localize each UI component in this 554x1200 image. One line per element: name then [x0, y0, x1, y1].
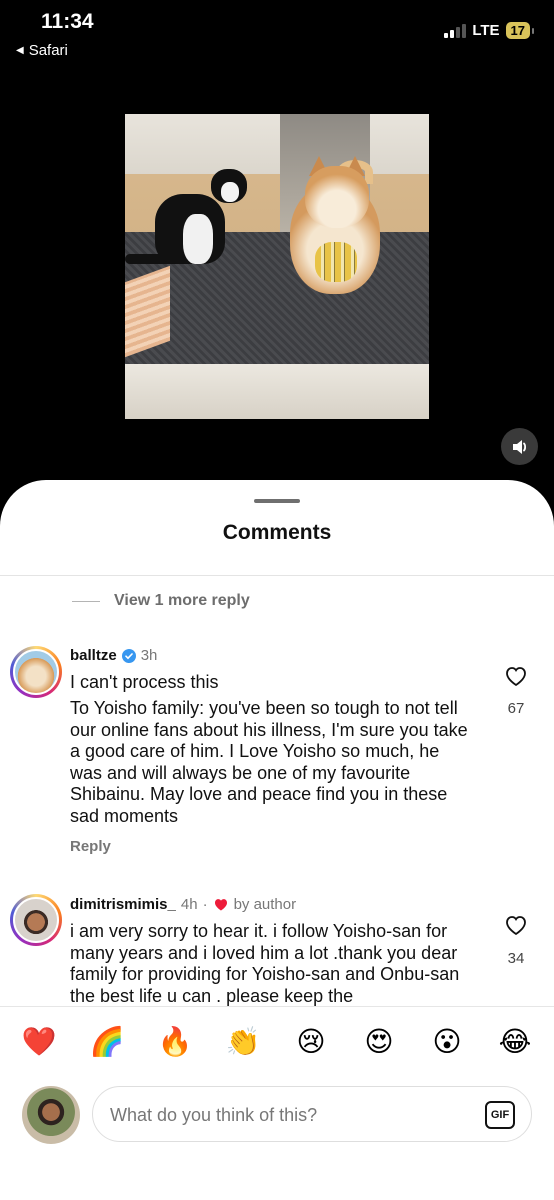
mute-toggle-button[interactable] — [501, 428, 538, 465]
view-more-replies-button[interactable]: View 1 more reply — [72, 592, 250, 610]
back-triangle-icon: ◀ — [16, 45, 24, 56]
reaction-heart-eyes[interactable]: 😍 — [359, 1025, 399, 1059]
comment-input-placeholder: What do you think of this? — [110, 1105, 318, 1125]
avatar[interactable] — [10, 894, 62, 946]
liked-by-author-label: by author — [233, 896, 297, 913]
heart-filled-icon — [214, 899, 227, 911]
heart-outline-icon — [506, 667, 526, 687]
reaction-laughing[interactable]: 😂 — [495, 1025, 535, 1059]
cat-chest — [183, 214, 213, 264]
reaction-crying[interactable]: 😢 — [291, 1025, 331, 1059]
comment-header: balltze 3h — [70, 647, 157, 664]
comment-header: dimitrismimis_ 4h · by author — [70, 896, 296, 913]
meta-separator: · — [202, 896, 208, 913]
reaction-fire[interactable]: 🔥 — [155, 1025, 195, 1059]
like-button[interactable] — [503, 914, 529, 941]
reply-thread-line — [72, 600, 100, 602]
reaction-rainbow[interactable]: 🌈 — [87, 1025, 127, 1059]
view-more-replies-label: View 1 more reply — [114, 592, 250, 609]
back-to-app-link[interactable]: ◀ Safari — [16, 42, 68, 59]
sheet-grabber[interactable] — [254, 499, 300, 503]
comment-username[interactable]: dimitrismimis_ — [70, 896, 176, 913]
scene-step — [125, 364, 429, 419]
like-button[interactable] — [503, 665, 529, 692]
network-type: LTE — [472, 22, 500, 39]
like-count: 67 — [507, 700, 525, 717]
current-user-avatar — [22, 1086, 80, 1144]
verified-badge-icon — [121, 648, 136, 663]
avatar-image — [13, 897, 59, 943]
gif-icon: GIF — [490, 1109, 510, 1121]
dog-head — [305, 166, 369, 228]
speaker-icon — [512, 439, 526, 454]
video-player[interactable] — [125, 114, 429, 419]
status-time: 11:34 — [41, 10, 94, 33]
avatar-image — [13, 649, 59, 695]
back-app-label: Safari — [28, 42, 68, 59]
comment-username[interactable]: balltze — [70, 647, 117, 664]
signal-icon — [444, 23, 467, 38]
reaction-heart[interactable]: ❤️ — [19, 1025, 59, 1059]
battery-icon: 17 — [505, 22, 535, 39]
avatar[interactable] — [10, 646, 62, 698]
cat-face — [221, 182, 239, 202]
sheet-divider — [0, 575, 554, 576]
quick-reactions-bar: ❤️ 🌈 🔥 👏 😢 😍 😮 😂 — [0, 1006, 554, 1066]
gif-button[interactable]: GIF — [485, 1101, 515, 1129]
sheet-title: Comments — [222, 521, 332, 544]
battery-level: 17 — [510, 23, 525, 38]
comment-text: To Yoisho family: you've been so tough t… — [70, 698, 468, 826]
reaction-surprised[interactable]: 😮 — [427, 1025, 467, 1059]
like-count: 34 — [507, 950, 525, 967]
status-indicators: LTE 17 — [444, 22, 535, 39]
comments-sheet: Comments View 1 more reply balltze 3h I … — [0, 480, 554, 1200]
comment-text-line: I can't process this — [70, 672, 219, 692]
reaction-clap[interactable]: 👏 — [223, 1025, 263, 1059]
comment-text: i am very sorry to hear it. i follow Yoi… — [70, 921, 460, 1006]
comment-time: 4h — [180, 896, 198, 913]
reply-button[interactable]: Reply — [70, 838, 111, 855]
comment-time: 3h — [140, 647, 158, 664]
comment-input[interactable]: What do you think of this? GIF — [92, 1086, 532, 1142]
plush-toy — [315, 242, 357, 282]
heart-outline-icon — [506, 916, 526, 936]
